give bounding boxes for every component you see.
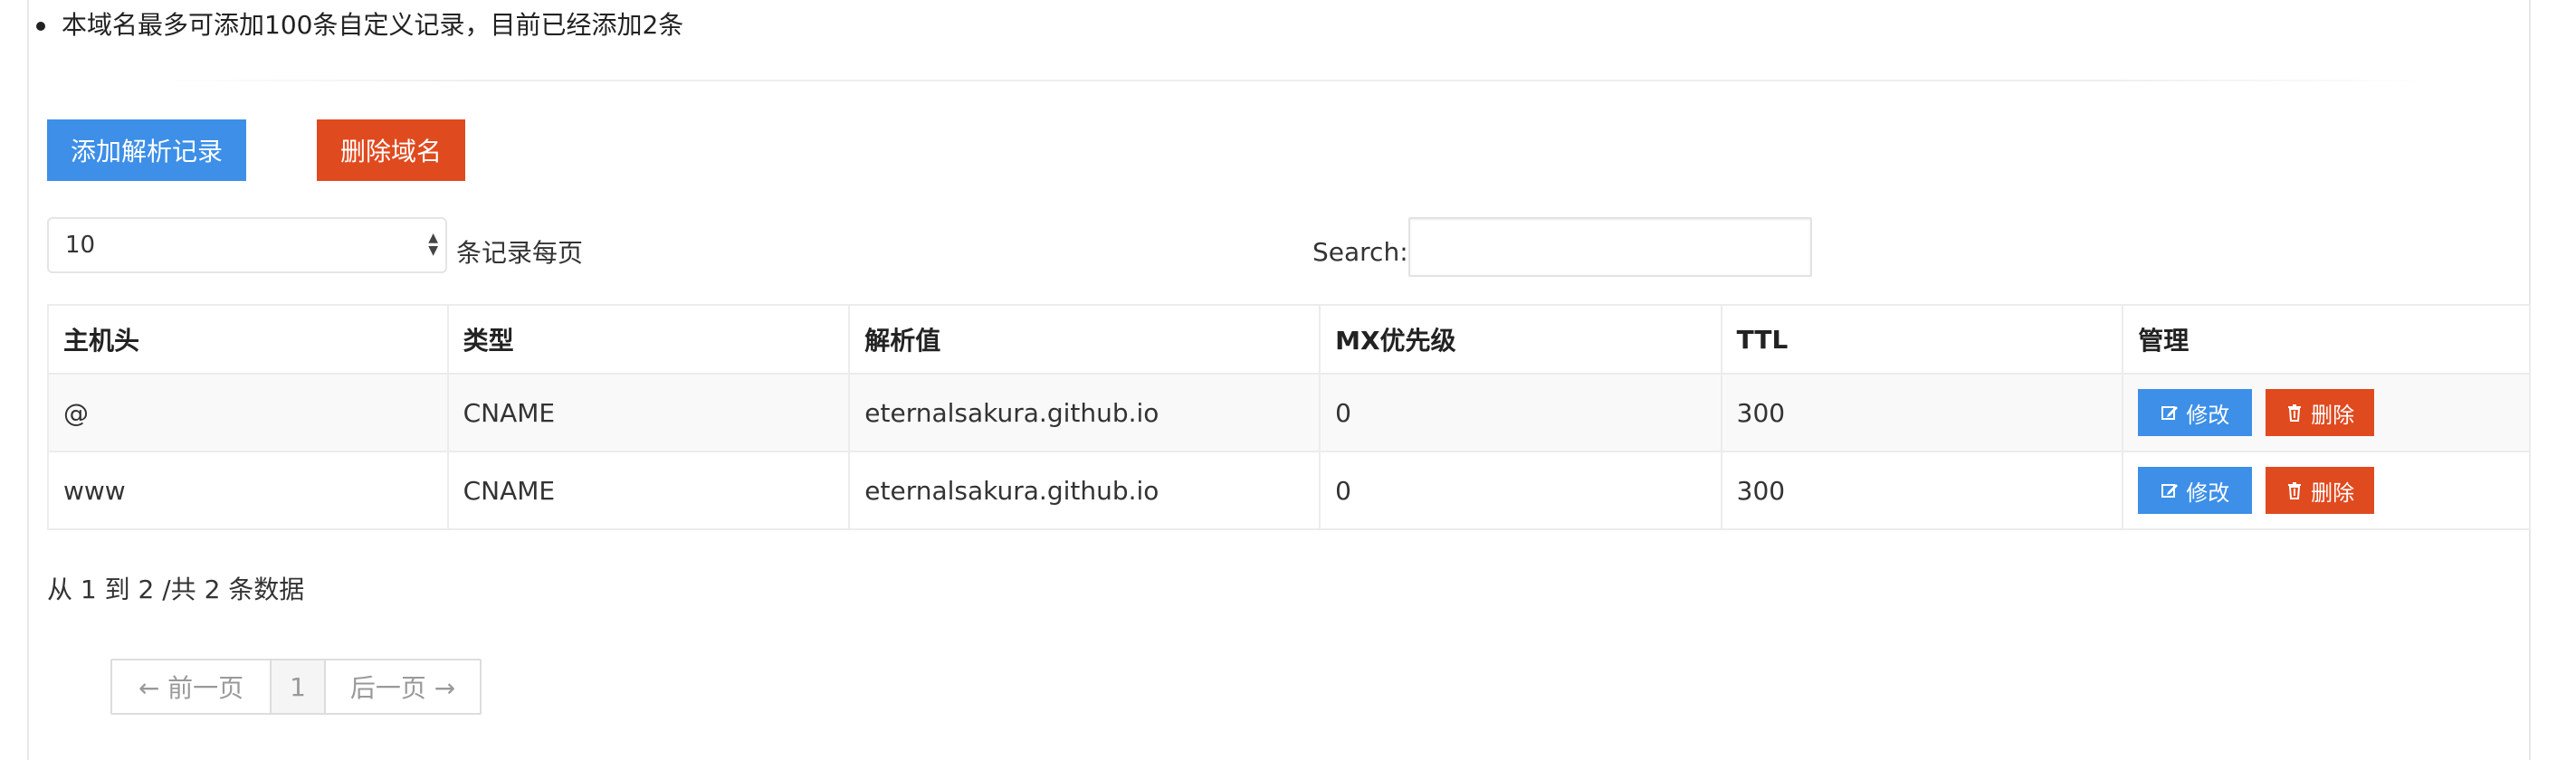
edit-label: 修改: [2186, 403, 2230, 428]
column-header-ttl[interactable]: TTL: [1720, 304, 2124, 375]
cell-ttl: 300: [1720, 373, 2124, 452]
cell-value: eternalsakura.github.io: [848, 373, 1321, 452]
cell-manage: 修改 删除: [2122, 451, 2531, 530]
cell-mx: 0: [1319, 373, 1722, 452]
pagination: ← 前一页 1 后一页 →: [110, 659, 482, 715]
record-limit-notice: 本域名最多可添加100条自定义记录，目前已经添加2条: [35, 7, 683, 43]
column-header-host[interactable]: 主机头: [47, 304, 449, 375]
cell-host: @: [47, 373, 449, 452]
edit-record-button[interactable]: 修改: [2138, 389, 2253, 436]
prev-page-button[interactable]: ← 前一页: [112, 660, 272, 713]
dns-records-table: 主机头 类型 解析值 MX优先级 TTL 管理 @ CNAME eternals…: [47, 304, 2531, 530]
column-header-mx[interactable]: MX优先级: [1319, 304, 1722, 375]
table-row: www CNAME eternalsakura.github.io 0 300 …: [47, 451, 2531, 530]
delete-record-button[interactable]: 删除: [2266, 389, 2375, 436]
divider: [145, 80, 2444, 81]
edit-label: 修改: [2186, 480, 2230, 506]
delete-record-button[interactable]: 删除: [2266, 467, 2375, 514]
column-header-type[interactable]: 类型: [446, 304, 851, 375]
page-length-value: 10: [65, 232, 96, 259]
cell-ttl: 300: [1720, 451, 2124, 530]
select-arrows-icon: ▲ ▼: [428, 231, 438, 258]
table-row: @ CNAME eternalsakura.github.io 0 300 修改…: [47, 373, 2531, 452]
column-header-manage: 管理: [2122, 304, 2531, 375]
cell-value: eternalsakura.github.io: [848, 451, 1321, 530]
table-info: 从 1 到 2 /共 2 条数据: [47, 575, 305, 604]
cell-type: CNAME: [446, 451, 851, 530]
cell-type: CNAME: [446, 373, 851, 452]
edit-record-button[interactable]: 修改: [2138, 467, 2253, 514]
cell-host: www: [47, 451, 449, 530]
edit-icon: [2161, 406, 2179, 420]
cell-mx: 0: [1319, 451, 1722, 530]
table-header-row: 主机头 类型 解析值 MX优先级 TTL 管理: [47, 304, 2531, 375]
edit-icon: [2161, 484, 2179, 498]
search-label: Search:: [1312, 237, 1408, 267]
delete-label: 删除: [2311, 480, 2355, 506]
current-page[interactable]: 1: [272, 660, 326, 713]
cell-manage: 修改 删除: [2122, 373, 2531, 452]
trash-icon: [2288, 404, 2302, 422]
add-record-button[interactable]: 添加解析记录: [47, 119, 246, 181]
search-input[interactable]: [1408, 217, 1812, 277]
delete-label: 删除: [2311, 403, 2355, 428]
column-header-value[interactable]: 解析值: [848, 304, 1321, 375]
delete-domain-button[interactable]: 删除域名: [317, 119, 465, 181]
trash-icon: [2288, 482, 2302, 499]
next-page-button[interactable]: 后一页 →: [326, 660, 480, 713]
page-length-label: 条记录每页: [456, 238, 584, 268]
page-length-select[interactable]: 10 ▲ ▼: [47, 217, 447, 273]
